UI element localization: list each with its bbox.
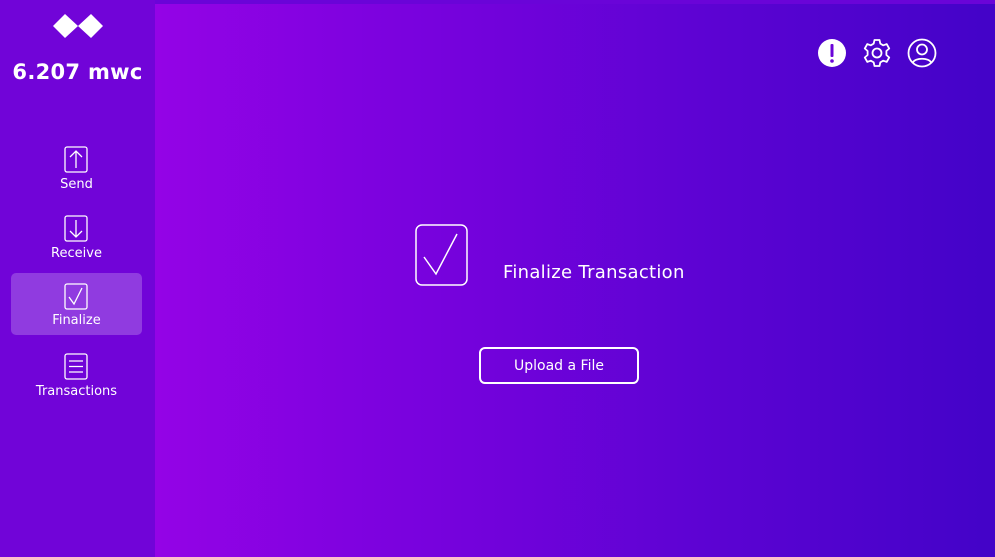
arrow-down-icon [64,215,88,242]
list-icon [64,353,88,380]
sidebar-item-label: Receive [51,246,102,261]
logo-icon [53,14,103,38]
main-panel: Finalize Transaction Upload a File [155,4,995,557]
upload-file-button[interactable]: Upload a File [479,347,639,384]
sidebar-item-label: Transactions [35,384,118,399]
sidebar-item-label: Finalize [52,313,101,328]
sidebar-item-transactions[interactable]: Transactions [11,345,142,407]
finalize-checkbox-icon [415,224,468,286]
alert-icon[interactable] [817,38,847,68]
gear-icon[interactable] [862,38,892,68]
app-window: 6.207 mwc Send Receive Finalize Transact… [0,0,995,557]
arrow-up-icon [64,146,88,173]
sidebar-item-send[interactable]: Send [11,138,142,200]
sidebar-item-receive[interactable]: Receive [11,207,142,269]
page-title: Finalize Transaction [503,262,685,283]
sidebar-item-finalize[interactable]: Finalize [11,273,142,335]
wallet-balance: 6.207 mwc [12,60,143,84]
sidebar: 6.207 mwc Send Receive Finalize Transact… [0,0,155,557]
checkbox-icon [64,283,88,310]
sidebar-item-label: Send [60,177,93,192]
user-icon[interactable] [907,38,937,68]
